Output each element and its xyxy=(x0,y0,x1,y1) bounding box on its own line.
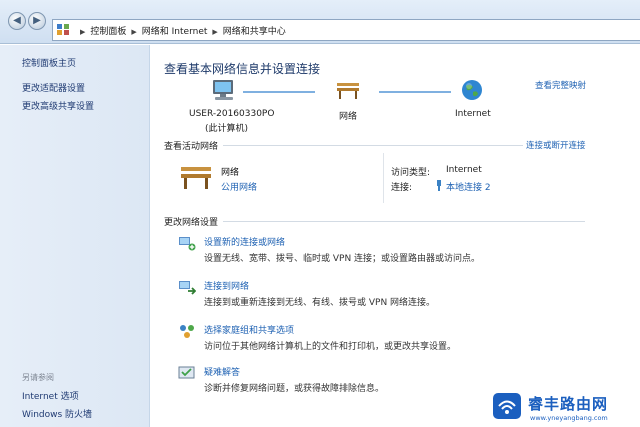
troubleshoot-link[interactable]: 疑难解答 xyxy=(204,365,240,378)
setup-new-connection-desc: 设置无线、宽带、拨号、临时或 VPN 连接；或设置路由器或访问点。 xyxy=(204,254,481,264)
computer-sub-label: (此计算机) xyxy=(205,124,249,134)
access-type-label: 访问类型: xyxy=(391,168,431,178)
advanced-sharing-link[interactable]: 更改高级共享设置 xyxy=(22,99,94,112)
left-pane: 控制面板主页 更改适配器设置 更改高级共享设置 另请参阅 Internet 选项… xyxy=(0,45,150,427)
troubleshoot-desc: 诊断并修复网络问题，或获得故障排除信息。 xyxy=(204,384,385,394)
network-bench-large-icon xyxy=(181,167,211,189)
active-networks-heading: 查看活动网络 xyxy=(164,142,219,152)
control-panel-icon xyxy=(57,24,70,36)
setup-new-connection-link[interactable]: 设置新的连接或网络 xyxy=(204,235,285,248)
change-settings-heading: 更改网络设置 xyxy=(164,218,219,228)
network-map-label[interactable]: 网络 xyxy=(339,109,357,122)
network-type-link[interactable]: 公用网络 xyxy=(221,180,257,193)
adapter-settings-link[interactable]: 更改适配器设置 xyxy=(22,81,85,94)
page-title: 查看基本网络信息并设置连接 xyxy=(164,62,321,76)
new-connection-icon xyxy=(179,237,196,251)
section-divider xyxy=(223,221,585,222)
internet-map-label[interactable]: Internet xyxy=(455,109,491,119)
vertical-divider xyxy=(383,153,384,203)
breadcrumb-network-internet[interactable]: 网络和 Internet xyxy=(142,27,208,37)
breadcrumb-separator-icon: ▶ xyxy=(80,28,86,36)
forward-button[interactable]: ▶ xyxy=(28,12,46,30)
active-network-name: 网络 xyxy=(221,168,240,178)
network-bench-icon xyxy=(337,83,359,99)
control-panel-home-link[interactable]: 控制面板主页 xyxy=(22,56,76,69)
computer-icon xyxy=(213,80,233,100)
section-divider xyxy=(223,145,523,146)
windows-firewall-link[interactable]: Windows 防火墙 xyxy=(22,407,92,420)
map-connection-line xyxy=(379,91,451,93)
homegroup-sharing-desc: 访问位于其他网络计算机上的文件和打印机，或更改共享设置。 xyxy=(204,342,457,352)
breadcrumb-separator-icon: ▶ xyxy=(131,28,137,36)
connect-to-network-link[interactable]: 连接到网络 xyxy=(204,279,249,292)
breadcrumb: ▶ 控制面板 ▶ 网络和 Internet ▶ 网络和共享中心 xyxy=(75,24,286,37)
watermark-text: 睿丰路由网 xyxy=(528,395,609,413)
view-full-map-link[interactable]: 查看完整映射 xyxy=(535,79,586,91)
local-connection-link[interactable]: 本地连接 2 xyxy=(446,180,491,193)
watermark-logo-icon xyxy=(493,393,521,419)
connect-disconnect-link[interactable]: 连接或断开连接 xyxy=(526,139,586,151)
window-toolbar: ◀ ▶ ▶ 控制面板 ▶ 网络和 Internet ▶ 网络和共享中心 xyxy=(0,0,640,44)
main-content: 查看基本网络信息并设置连接 查看完整映射 USER-20160330PO (此计… xyxy=(151,45,640,427)
access-type-value: Internet xyxy=(446,165,482,175)
breadcrumb-sharing-center[interactable]: 网络和共享中心 xyxy=(223,27,286,37)
ethernet-icon xyxy=(437,180,441,191)
computer-name-label[interactable]: USER-20160330PO xyxy=(189,109,274,119)
breadcrumb-separator-icon: ▶ xyxy=(212,28,218,36)
internet-options-link[interactable]: Internet 选项 xyxy=(22,389,79,402)
connections-label: 连接: xyxy=(391,183,413,193)
internet-globe-icon xyxy=(462,80,482,100)
address-bar[interactable]: ▶ 控制面板 ▶ 网络和 Internet ▶ 网络和共享中心 xyxy=(52,19,640,41)
connect-to-network-icon xyxy=(179,281,196,295)
map-connection-line xyxy=(243,91,315,93)
back-button[interactable]: ◀ xyxy=(8,12,26,30)
homegroup-icon xyxy=(180,325,194,338)
see-also-heading: 另请参阅 xyxy=(22,373,54,382)
watermark-url: www.yneyangbang.com xyxy=(530,414,608,422)
connect-to-network-desc: 连接到或重新连接到无线、有线、拨号或 VPN 网络连接。 xyxy=(204,298,436,308)
troubleshoot-icon xyxy=(178,366,195,379)
breadcrumb-control-panel[interactable]: 控制面板 xyxy=(90,27,126,37)
homegroup-sharing-link[interactable]: 选择家庭组和共享选项 xyxy=(204,323,294,336)
